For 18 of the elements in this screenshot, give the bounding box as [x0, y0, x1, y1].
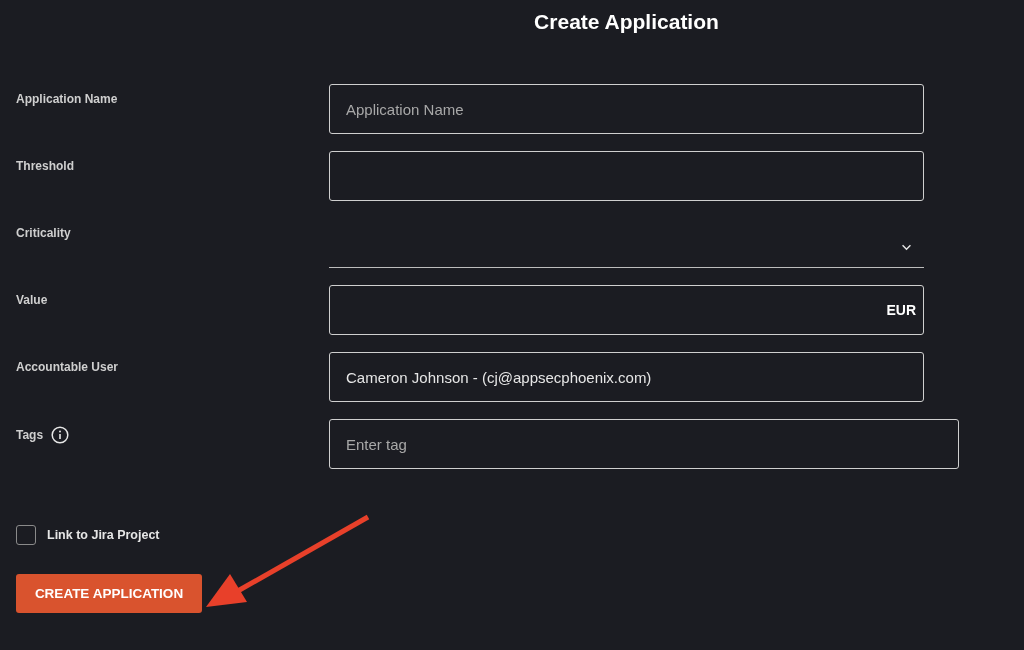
input-field[interactable]: [329, 151, 924, 201]
currency-label: EUR: [886, 302, 916, 318]
page-title: Create Application: [533, 9, 720, 35]
checkbox-label: Link to Jira Project: [47, 528, 160, 542]
field-label: Tags: [16, 428, 44, 442]
create-application-button[interactable]: CREATE APPLICATION: [16, 574, 202, 613]
field-label: Value: [16, 293, 48, 307]
field-label: Criticality: [16, 226, 71, 240]
input-field[interactable]: Application Name: [329, 84, 924, 134]
info-icon[interactable]: [51, 426, 70, 444]
chevron-down-icon: [901, 244, 912, 251]
checkbox[interactable]: [16, 525, 36, 545]
field-label: Accountable User: [16, 360, 119, 374]
field-label: Application Name: [16, 92, 118, 106]
input-field[interactable]: Enter tag: [329, 419, 959, 469]
input-field[interactable]: EUR: [329, 285, 924, 335]
input-field[interactable]: Cameron Johnson - (cj@appsecphoenix.com): [329, 352, 924, 402]
field-label: Threshold: [16, 159, 74, 173]
